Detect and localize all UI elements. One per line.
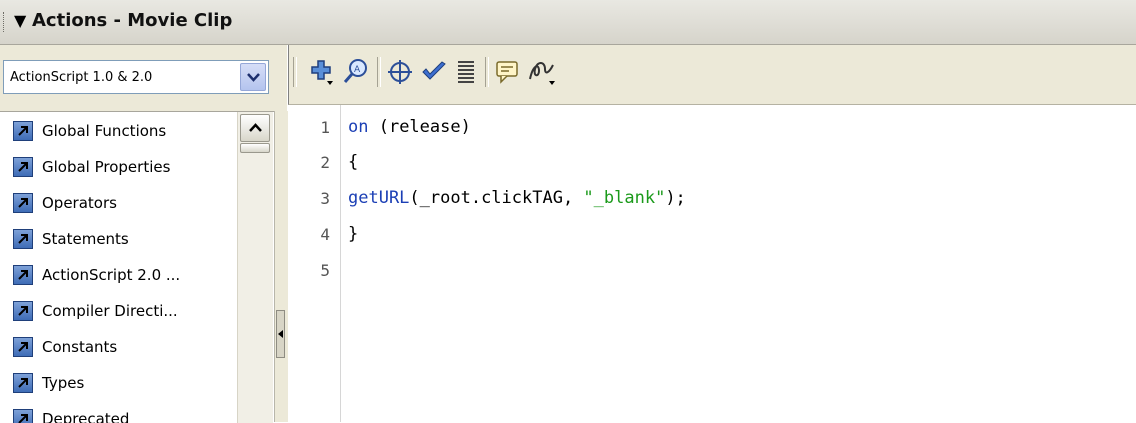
list-item[interactable]: Compiler Directi... [0, 294, 236, 330]
panel-title-bar[interactable]: ▼ Actions - Movie Clip [0, 0, 1136, 45]
toolbox-scrollbar[interactable] [237, 112, 273, 423]
debug-options-icon[interactable] [527, 57, 557, 87]
panel-divider[interactable] [274, 111, 288, 422]
code-line[interactable]: getURL(_root.clickTAG, "_blank"); [348, 188, 686, 208]
book-label: Global Properties [42, 158, 171, 176]
code-text: } [348, 224, 359, 244]
line-number: 1 [320, 118, 330, 137]
check-syntax-icon[interactable] [419, 57, 449, 87]
code-text: (_root.clickTAG, [409, 188, 584, 208]
list-item[interactable]: Statements [0, 222, 236, 258]
line-number: 3 [320, 189, 330, 208]
script-toolbar: A [288, 45, 1136, 105]
code-text: { [348, 152, 359, 172]
book-label: Operators [42, 194, 117, 212]
line-number: 4 [320, 225, 330, 244]
code-keyword: getURL [348, 188, 410, 208]
toolbar-separator [293, 57, 297, 87]
book-icon [13, 193, 33, 213]
list-item[interactable]: Operators [0, 186, 236, 222]
add-item-icon[interactable] [307, 57, 337, 87]
code-string: "_blank" [583, 188, 666, 208]
script-pane: A 1 2 3 4 5 on (release) {getURL(_root.… [288, 45, 1136, 422]
book-icon [13, 409, 33, 423]
script-version-value: ActionScript 1.0 & 2.0 [10, 70, 153, 85]
list-item[interactable]: Types [0, 366, 236, 402]
code-editor[interactable]: 1 2 3 4 5 on (release) { getURL(_root.cl… [288, 105, 1136, 422]
code-line[interactable]: on (release) [348, 117, 471, 137]
auto-format-icon[interactable] [451, 57, 481, 87]
toolbox-list: Global Functions Global Properties Opera… [0, 111, 274, 423]
book-icon [13, 157, 33, 177]
book-icon [13, 373, 33, 393]
scroll-thumb[interactable] [240, 143, 270, 153]
drag-grip[interactable] [3, 12, 6, 32]
actions-toolbox-panel: ActionScript 1.0 & 2.0 Global Functions … [0, 45, 288, 423]
book-label: Statements [42, 230, 129, 248]
line-number-gutter: 1 2 3 4 5 [288, 105, 341, 422]
collapse-pane-button[interactable] [276, 310, 285, 358]
list-item[interactable]: Global Functions [0, 114, 236, 150]
book-label: Global Functions [42, 122, 167, 140]
book-label: Constants [42, 338, 118, 356]
code-line[interactable]: } [348, 224, 358, 244]
book-label: Types [42, 374, 85, 392]
line-number: 2 [320, 153, 330, 172]
book-label: Deprecated [42, 410, 130, 423]
list-item[interactable]: Global Properties [0, 150, 236, 186]
code-text: ); [665, 188, 686, 208]
triangle-down-icon[interactable]: ▼ [14, 11, 26, 30]
svg-text:A: A [354, 65, 361, 75]
book-icon [13, 265, 33, 285]
panel-title: Actions - Movie Clip [32, 10, 233, 31]
book-label: Compiler Directi... [42, 302, 178, 320]
code-keyword: on [348, 117, 369, 137]
chevron-down-icon[interactable] [240, 63, 266, 91]
book-icon [13, 337, 33, 357]
list-item[interactable]: Deprecated [0, 402, 236, 423]
target-icon[interactable] [385, 57, 415, 87]
list-item[interactable]: Constants [0, 330, 236, 366]
toolbar-separator [485, 57, 489, 87]
book-icon [13, 301, 33, 321]
find-icon[interactable]: A [341, 57, 371, 87]
list-item[interactable]: ActionScript 2.0 ... [0, 258, 236, 294]
book-label: ActionScript 2.0 ... [42, 266, 181, 284]
triangle-left-icon [278, 330, 283, 338]
script-version-select[interactable]: ActionScript 1.0 & 2.0 [3, 60, 269, 94]
toolbar-separator [377, 57, 381, 87]
chevron-up-icon[interactable] [240, 114, 270, 142]
code-hint-icon[interactable] [493, 57, 523, 87]
code-text: (release) [368, 117, 471, 137]
book-icon [13, 121, 33, 141]
book-icon [13, 229, 33, 249]
line-number: 5 [320, 261, 330, 280]
code-line[interactable]: { [348, 152, 358, 172]
